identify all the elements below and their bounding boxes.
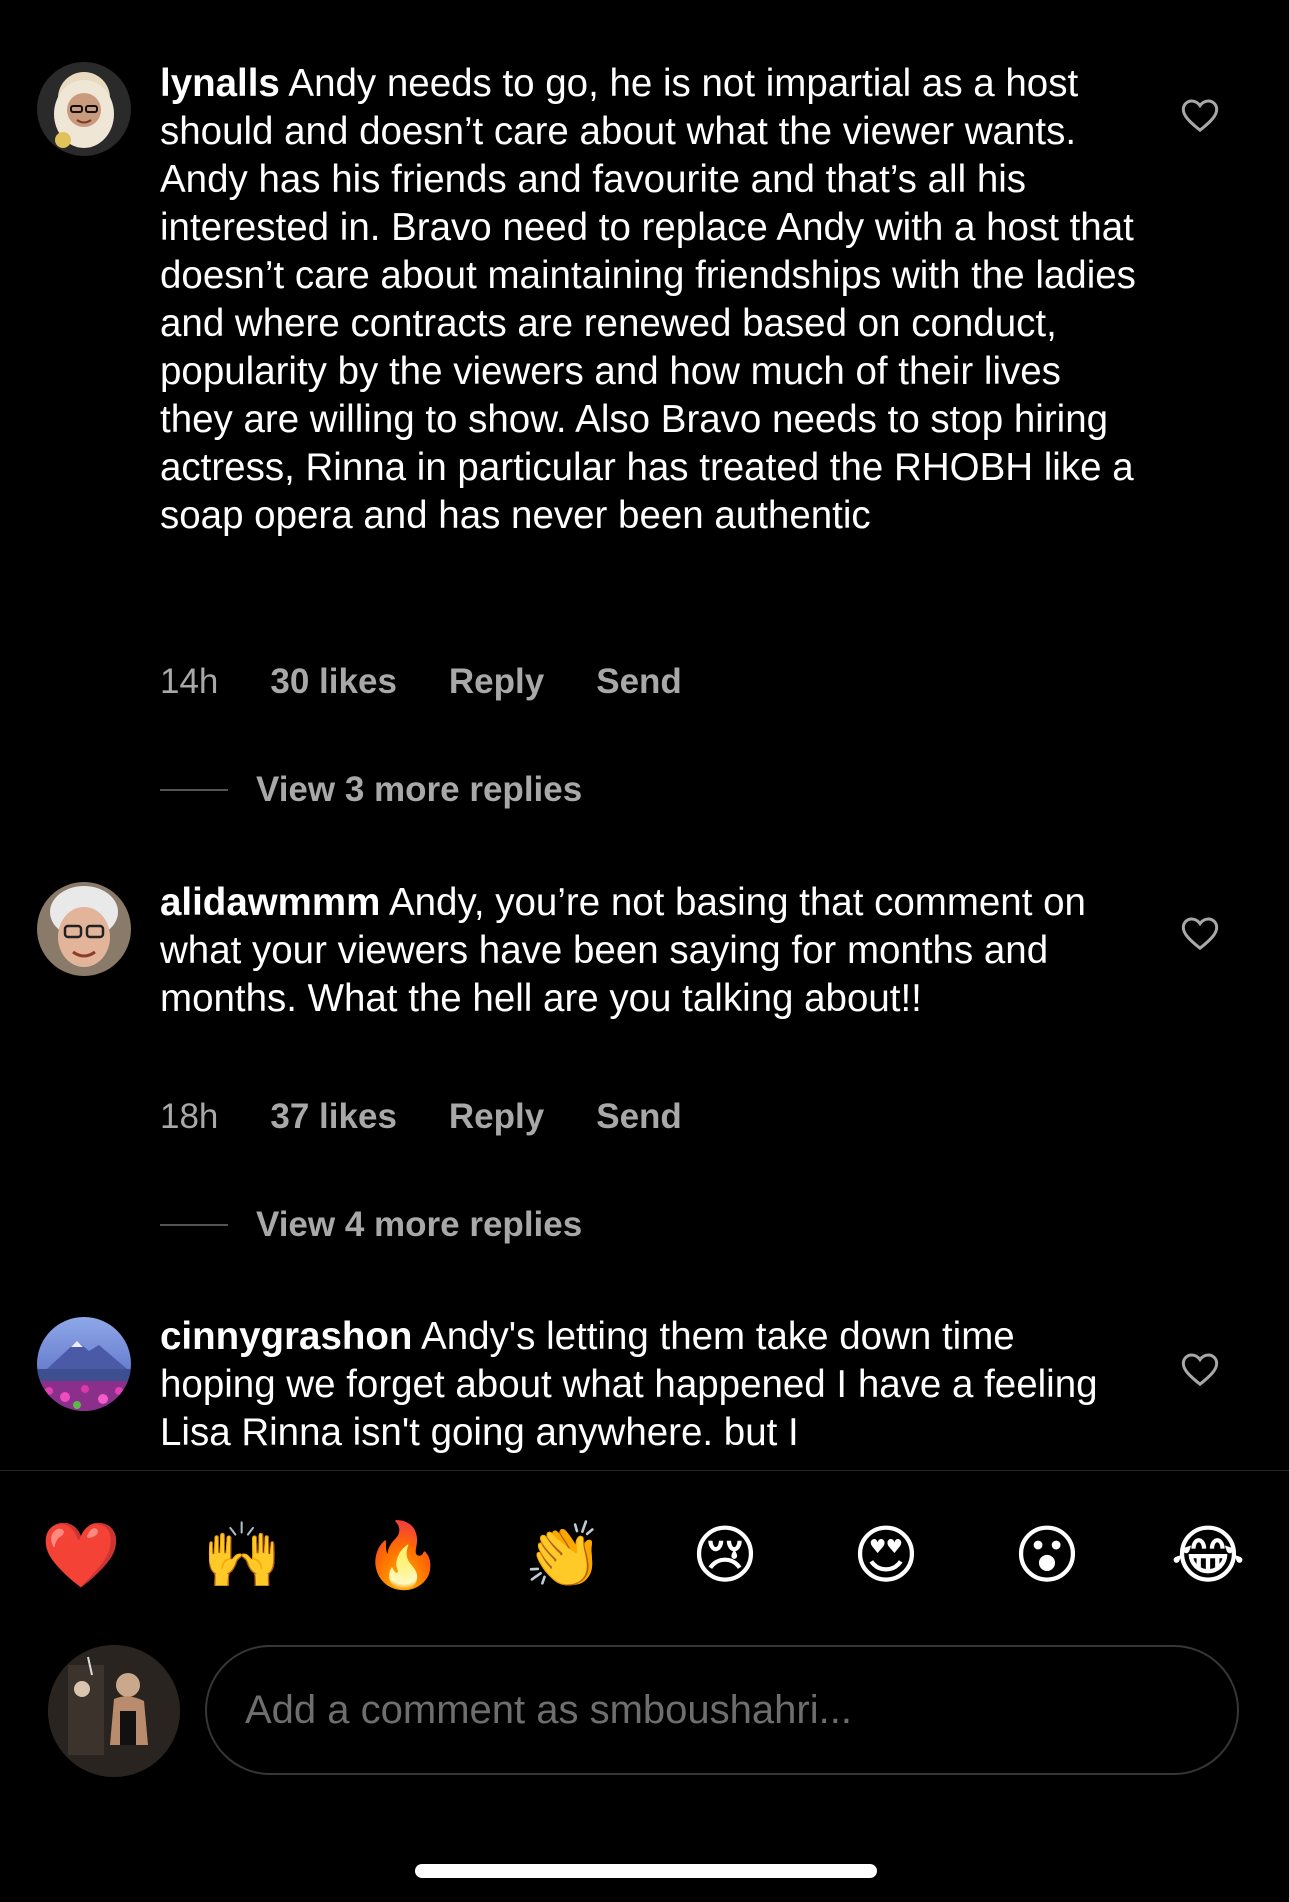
comment-likes[interactable]: 30 likes xyxy=(270,662,397,702)
view-replies-button[interactable]: View 4 more replies xyxy=(160,1205,582,1245)
reply-button[interactable]: Reply xyxy=(449,1097,544,1137)
comment-text: Andy needs to go, he is not impartial as… xyxy=(160,62,1136,537)
heart-emoji-icon[interactable]: ❤️ xyxy=(41,1515,121,1595)
user-avatar xyxy=(48,1645,180,1777)
comment-body: lynalls Andy needs to go, he is not impa… xyxy=(160,60,1140,540)
avatar[interactable] xyxy=(37,62,131,156)
tears-of-joy-emoji-icon[interactable]: 😂 xyxy=(1168,1515,1248,1595)
comment-time: 14h xyxy=(160,662,219,701)
comment-username[interactable]: lynalls xyxy=(160,62,280,105)
heart-eyes-emoji-icon[interactable]: 😍 xyxy=(846,1515,926,1595)
view-replies-label: View 3 more replies xyxy=(256,770,583,809)
send-button[interactable]: Send xyxy=(596,1097,682,1137)
composer-divider xyxy=(0,1470,1289,1471)
send-button[interactable]: Send xyxy=(596,662,682,702)
comment-input[interactable] xyxy=(205,1645,1239,1775)
emoji-reaction-bar: ❤️ 🙌 🔥 👏 😢 😍 😮 😂 xyxy=(0,1515,1289,1595)
raising-hands-emoji-icon[interactable]: 🙌 xyxy=(202,1515,282,1595)
avatar[interactable] xyxy=(37,1317,131,1411)
comment-meta: 14h 30 likes Reply Send xyxy=(160,662,682,702)
view-replies-label: View 4 more replies xyxy=(256,1205,583,1244)
comment-composer xyxy=(0,1645,1289,1777)
heart-icon[interactable] xyxy=(1180,1350,1220,1390)
reply-button[interactable]: Reply xyxy=(449,662,544,702)
surprised-face-emoji-icon[interactable]: 😮 xyxy=(1007,1515,1087,1595)
avatar[interactable] xyxy=(37,882,131,976)
comment-meta: 18h 37 likes Reply Send xyxy=(160,1097,682,1137)
heart-icon[interactable] xyxy=(1180,914,1220,954)
home-indicator[interactable] xyxy=(415,1864,877,1878)
view-replies-button[interactable]: View 3 more replies xyxy=(160,770,582,810)
comment-body: cinnygrashon Andy's letting them take do… xyxy=(160,1313,1140,1457)
comment-time: 18h xyxy=(160,1097,219,1136)
comment-username[interactable]: alidawmmm xyxy=(160,881,380,924)
replies-divider-line xyxy=(160,789,228,791)
heart-icon[interactable] xyxy=(1180,96,1220,136)
replies-divider-line xyxy=(160,1224,228,1226)
comment-username[interactable]: cinnygrashon xyxy=(160,1315,412,1358)
crying-face-emoji-icon[interactable]: 😢 xyxy=(685,1515,765,1595)
comment-body: alidawmmm Andy, you’re not basing that c… xyxy=(160,879,1140,1023)
clapping-hands-emoji-icon[interactable]: 👏 xyxy=(524,1515,604,1595)
fire-emoji-icon[interactable]: 🔥 xyxy=(363,1515,443,1595)
comment-likes[interactable]: 37 likes xyxy=(270,1097,397,1137)
comments-list: lynalls Andy needs to go, he is not impa… xyxy=(0,0,1289,1470)
